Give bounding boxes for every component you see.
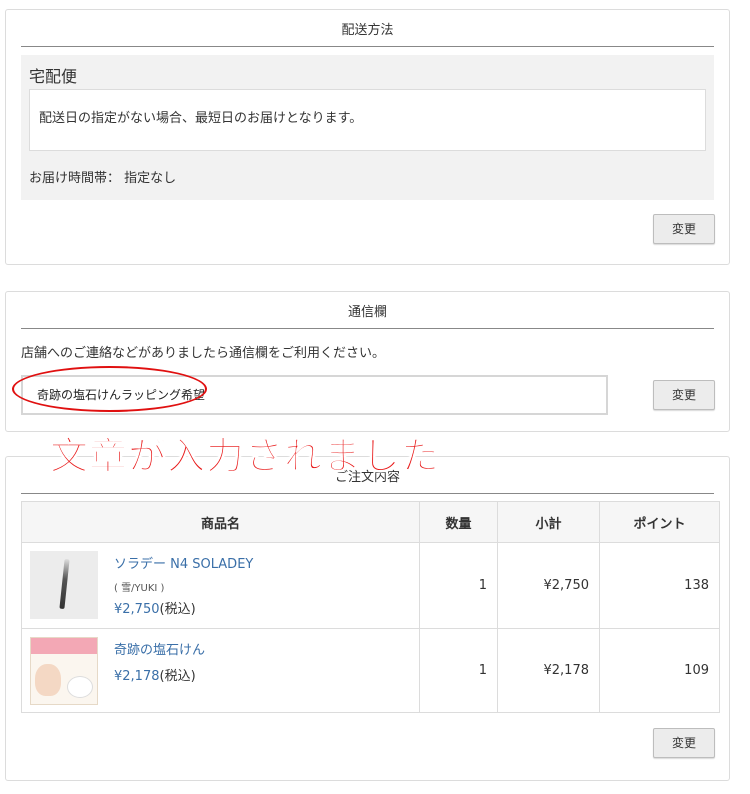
delivery-note: 配送日の指定がない場合、最短日のお届けとなります。 <box>29 89 706 151</box>
change-order-button[interactable]: 変更 <box>653 728 715 758</box>
message-description: 店舗へのご連絡などがありましたら通信欄をご利用ください。 <box>21 346 386 361</box>
column-quantity: 数量 <box>419 501 498 543</box>
change-message-button[interactable]: 変更 <box>653 380 715 410</box>
delivery-method-panel: 配送方法 宅配便 配送日の指定がない場合、最短日のお届けとなります。 お届け時間… <box>5 9 730 265</box>
product-price: ¥2,178(税込) <box>114 669 196 684</box>
product-price: ¥2,750(税込) <box>114 602 196 617</box>
table-row: 奇跡の塩石けん ¥2,178(税込) 1 ¥2,178 109 <box>21 628 720 713</box>
points-cell: 138 <box>599 542 720 629</box>
quantity-cell: 1 <box>419 542 498 629</box>
product-cell: ソラデー N4 SOLADEY ( 雪/YUKI ) ¥2,750(税込) <box>21 542 420 629</box>
delivery-method-title: 配送方法 <box>21 10 714 47</box>
product-variant: ( 雪/YUKI ) <box>114 583 165 594</box>
delivery-time-value: 指定なし <box>124 171 177 186</box>
subtotal-cell: ¥2,178 <box>497 628 600 713</box>
product-image[interactable] <box>30 551 98 619</box>
column-subtotal: 小計 <box>497 501 600 543</box>
product-link[interactable]: ソラデー N4 SOLADEY <box>114 553 253 572</box>
points-cell: 109 <box>599 628 720 713</box>
delivery-time-slot: お届け時間帯： 指定なし <box>29 167 176 186</box>
product-image[interactable] <box>30 637 98 705</box>
highlight-circle <box>12 366 207 412</box>
delivery-details: 宅配便 配送日の指定がない場合、最短日のお届けとなります。 お届け時間帯： 指定… <box>21 55 714 200</box>
column-points: ポイント <box>599 501 720 543</box>
message-title: 通信欄 <box>21 292 714 329</box>
delivery-time-label: お届け時間帯： <box>29 171 121 186</box>
column-product: 商品名 <box>21 501 420 543</box>
change-delivery-button[interactable]: 変更 <box>653 214 715 244</box>
product-cell: 奇跡の塩石けん ¥2,178(税込) <box>21 628 420 713</box>
order-table-header: 商品名 数量 小計 ポイント <box>21 501 720 543</box>
quantity-cell: 1 <box>419 628 498 713</box>
delivery-method-name: 宅配便 <box>29 67 78 86</box>
table-row: ソラデー N4 SOLADEY ( 雪/YUKI ) ¥2,750(税込) 1 … <box>21 542 720 629</box>
order-table: 商品名 数量 小計 ポイント ソラデー N4 SOLADEY ( 雪/YUKI … <box>21 501 720 713</box>
order-contents-panel: ご注文内容 商品名 数量 小計 ポイント ソラデー N4 SOLADEY ( 雪… <box>5 456 730 781</box>
product-link[interactable]: 奇跡の塩石けん <box>114 639 205 658</box>
subtotal-cell: ¥2,750 <box>497 542 600 629</box>
annotation-text: 文章が入力されました <box>49 434 441 479</box>
